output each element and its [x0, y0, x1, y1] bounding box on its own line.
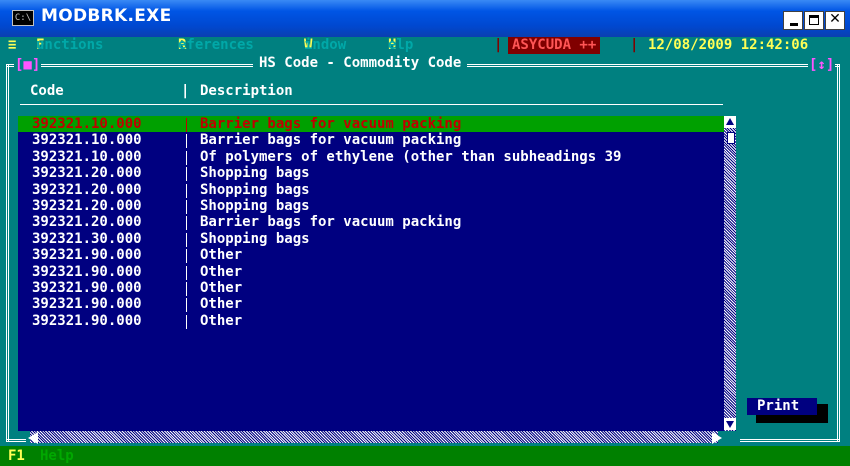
close-icon: ✕: [829, 11, 841, 27]
header-divider: [20, 104, 723, 105]
list-item[interactable]: 392321.20.000 Barrier bags for vacuum pac…: [18, 214, 724, 231]
cell-divider: [186, 232, 187, 247]
dialog-frame-right: [837, 64, 840, 442]
list-item[interactable]: 392321.30.000 Shopping bags: [18, 231, 724, 247]
cell-divider: [186, 118, 187, 132]
menu-references-label: eferences: [178, 37, 254, 53]
description-cell: Other: [200, 247, 243, 264]
scroll-up-arrow-icon[interactable]: [724, 116, 736, 128]
description-cell: Shopping bags: [200, 165, 310, 182]
hs-code-cell: 392321.10.000: [32, 148, 142, 165]
hs-code-cell: 392321.90.000: [32, 247, 142, 264]
dialog-close-marker[interactable]: [■]: [14, 57, 42, 73]
list-item[interactable]: 392321.20.000 Shopping bags: [18, 198, 724, 214]
horizontal-scrollbar[interactable]: [30, 431, 718, 443]
menu-help-label: elp: [388, 37, 414, 53]
column-divider: |: [181, 83, 190, 99]
hs-code-cell: 392321.90.000: [32, 296, 142, 313]
cell-divider: [186, 314, 187, 329]
description-cell: Of polymers of ethylene (other than subh…: [200, 148, 622, 165]
resize-icon: [↕]: [809, 57, 835, 73]
console-app-icon[interactable]: C:\: [12, 10, 34, 26]
dialog-resize-marker[interactable]: [↕]: [808, 57, 836, 73]
menu-separator-2: |: [630, 37, 639, 53]
cell-divider: [186, 183, 187, 198]
hs-code-cell: 392321.20.000: [32, 197, 142, 214]
description-cell: Other: [200, 296, 243, 313]
list-item[interactable]: 392321.90.000 Other: [18, 280, 724, 296]
menu-bar: ≡ Functions References Window Help | ASY…: [0, 37, 850, 54]
cell-divider: [186, 150, 187, 165]
column-header-description[interactable]: Description: [200, 83, 293, 99]
cell-divider: [186, 249, 187, 264]
cell-divider: [186, 199, 187, 214]
menu-window-label: indow: [304, 37, 347, 53]
list-item[interactable]: 392321.90.000 Other: [18, 264, 724, 280]
list-item[interactable]: 392321.20.000 Shopping bags: [18, 182, 724, 198]
print-button[interactable]: Print: [747, 398, 817, 415]
description-cell: Other: [200, 279, 243, 296]
list-item-selected[interactable]: 392321.10.000 Barrier bags for vacuum pac…: [18, 116, 724, 133]
list-item[interactable]: 392321.90.000 Other: [18, 313, 724, 329]
list-item[interactable]: 392321.20.000 Shopping bags: [18, 165, 724, 182]
description-cell: Barrier bags for vacuum packing: [200, 132, 462, 149]
cell-divider: [186, 167, 187, 182]
window-title: MODBRK.EXE: [41, 6, 172, 26]
menu-separator: |: [494, 37, 503, 53]
app-name-badge: ASYCUDA ++: [508, 37, 601, 54]
vertical-scroll-thumb[interactable]: [727, 132, 735, 144]
scroll-left-arrow-icon[interactable]: [28, 432, 38, 444]
console-area: ≡ Functions References Window Help | ASY…: [0, 37, 850, 466]
help-hotkey[interactable]: F1: [8, 446, 25, 466]
menu-functions-label: unctions: [36, 37, 104, 53]
hs-code-cell: 392321.10.000: [32, 116, 142, 132]
cell-divider: [186, 216, 187, 231]
hs-code-cell: 392321.90.000: [32, 279, 142, 296]
close-button[interactable]: ✕: [825, 11, 845, 30]
hs-code-cell: 392321.90.000: [32, 312, 142, 329]
description-cell: Barrier bags for vacuum packing: [200, 116, 462, 132]
system-menu-icon[interactable]: ≡: [8, 37, 16, 54]
commodity-list[interactable]: 392321.10.000 Barrier bags for vacuum pac…: [18, 116, 724, 431]
minimize-button[interactable]: [783, 11, 803, 30]
description-cell: Other: [200, 312, 243, 329]
dialog-close-icon: [■]: [15, 57, 41, 73]
cell-divider: [186, 134, 187, 149]
hs-code-cell: 392321.30.000: [32, 230, 142, 247]
hs-code-cell: 392321.90.000: [32, 263, 142, 280]
maximize-button[interactable]: [804, 11, 824, 30]
hs-code-cell: 392321.20.000: [32, 214, 142, 231]
description-cell: Shopping bags: [200, 197, 310, 214]
dialog-frame-bottom-left: [6, 439, 26, 442]
description-cell: Shopping bags: [200, 230, 310, 247]
scroll-right-arrow-icon[interactable]: [712, 432, 722, 444]
title-bar[interactable]: C:\ MODBRK.EXE ✕: [0, 0, 850, 37]
help-label[interactable]: Help: [40, 446, 74, 466]
vertical-scrollbar[interactable]: [724, 116, 736, 431]
cell-divider: [186, 281, 187, 296]
datetime-display: 12/08/2009 12:42:06: [648, 37, 809, 54]
dialog-frame-left: [6, 64, 9, 442]
hs-code-cell: 392321.20.000: [32, 165, 142, 182]
cell-divider: [186, 298, 187, 313]
cell-divider: [186, 265, 187, 280]
description-cell: Shopping bags: [200, 181, 310, 198]
hs-code-cell: 392321.10.000: [32, 132, 142, 149]
dialog-frame-bottom-right: [740, 439, 840, 442]
list-item[interactable]: 392321.10.000 Of polymers of ethylene (ot…: [18, 149, 724, 165]
description-cell: Other: [200, 263, 243, 280]
list-item[interactable]: 392321.90.000 Other: [18, 247, 724, 264]
scroll-down-arrow-icon[interactable]: [724, 418, 736, 430]
status-bar: F1 Help: [0, 446, 850, 466]
print-button-shadow: [756, 415, 828, 423]
hs-code-cell: 392321.20.000: [32, 181, 142, 198]
console-window: C:\ MODBRK.EXE ✕ ≡ Functions References …: [0, 0, 850, 466]
column-header-code[interactable]: Code: [30, 83, 64, 99]
dialog-title: HS Code - Commodity Code: [253, 55, 468, 71]
description-cell: Barrier bags for vacuum packing: [200, 214, 462, 231]
list-item[interactable]: 392321.10.000 Barrier bags for vacuum pac…: [18, 132, 724, 149]
list-item[interactable]: 392321.90.000 Other: [18, 296, 724, 313]
